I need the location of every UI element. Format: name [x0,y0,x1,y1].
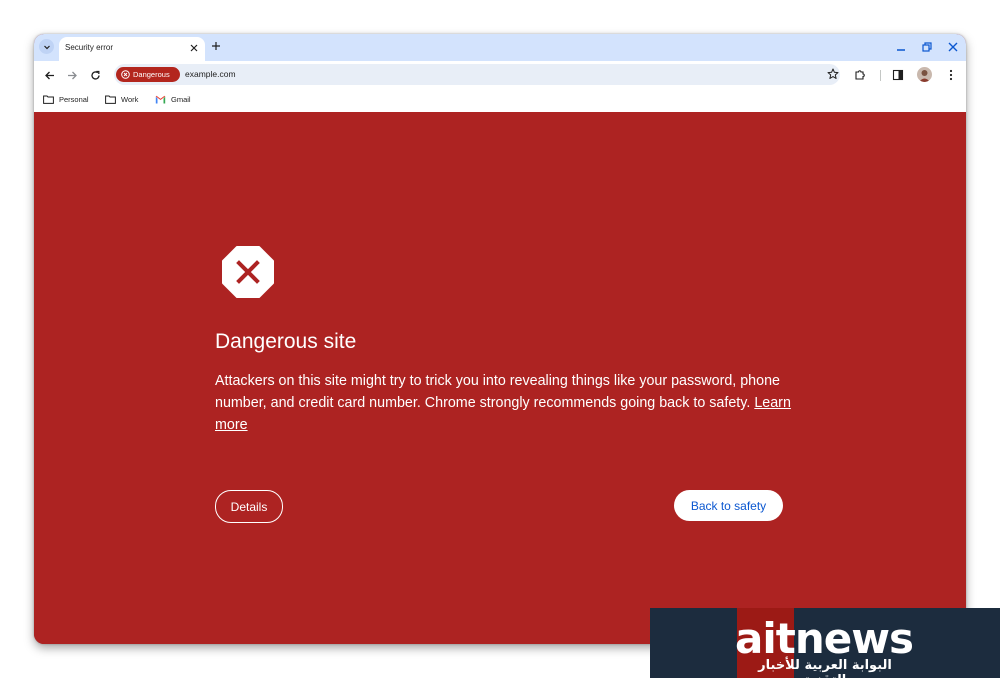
toolbar-divider [880,70,881,81]
address-bar[interactable]: Dangerous example.com [114,64,840,85]
plus-icon [212,42,220,50]
tab-close-button[interactable] [189,43,199,53]
bookmark-gmail[interactable]: Gmail [155,95,191,104]
close-icon [948,42,958,52]
minimize-icon [897,49,905,51]
menu-button[interactable] [944,68,958,82]
reload-button[interactable] [88,68,102,82]
arrow-right-icon [67,71,77,79]
forward-nav-button[interactable] [65,68,79,82]
more-vert-icon [949,69,953,81]
restore-button[interactable] [920,40,934,54]
bookmarks-bar: Personal Work Gmail [34,89,966,113]
star-icon [827,68,839,79]
url-text: example.com [185,69,236,79]
chip-label: Dangerous [133,70,170,79]
tab-title: Security error [65,43,114,52]
dangerous-site-chip[interactable]: Dangerous [116,67,180,82]
warning-description: Attackers on this site might try to tric… [215,370,795,436]
chevron-down-icon [43,45,50,49]
new-tab-button[interactable] [210,40,222,52]
danger-octagon-icon [222,246,274,298]
description-text: Attackers on this site might try to tric… [215,373,780,411]
profile-icon [919,70,930,82]
gmail-icon [155,95,166,104]
back-to-safety-button[interactable]: Back to safety [674,490,783,521]
bookmark-label: Gmail [171,95,191,104]
side-panel-icon [892,69,904,81]
details-button[interactable]: Details [215,490,283,523]
toolbar: Dangerous example.com [34,61,966,89]
watermark-tagline: البوابة العربية للأخبار التقنية [758,658,892,678]
close-window-button[interactable] [946,40,960,54]
folder-icon [43,95,54,104]
side-panel-button[interactable] [891,68,905,82]
browser-window: Security error Dangerous example.com Per… [34,34,966,644]
tab-search-button[interactable] [39,39,54,54]
tab-strip: Security error [34,34,966,61]
extensions-button[interactable] [853,68,867,82]
bookmark-label: Personal [59,95,89,104]
bookmark-star-button[interactable] [826,67,840,81]
back-nav-button[interactable] [42,68,56,82]
arrow-left-icon [44,71,54,79]
danger-circle-icon [121,70,130,79]
bookmark-label: Work [121,95,139,104]
restore-icon [922,42,932,52]
close-icon [190,44,198,52]
page-title: Dangerous site [215,330,357,353]
folder-icon [105,95,116,104]
tab-security-error[interactable]: Security error [59,37,205,61]
profile-avatar[interactable] [917,67,932,82]
aitnews-watermark: aitnews البوابة العربية للأخبار التقنية [650,608,1000,678]
interstitial-page: Dangerous site Attackers on this site mi… [34,112,966,644]
reload-icon [90,70,100,80]
minimize-button[interactable] [894,40,908,54]
puzzle-icon [855,70,865,80]
watermark-brand: aitnews [735,614,914,663]
bookmark-work[interactable]: Work [105,95,138,104]
bookmark-personal[interactable]: Personal [43,95,89,104]
